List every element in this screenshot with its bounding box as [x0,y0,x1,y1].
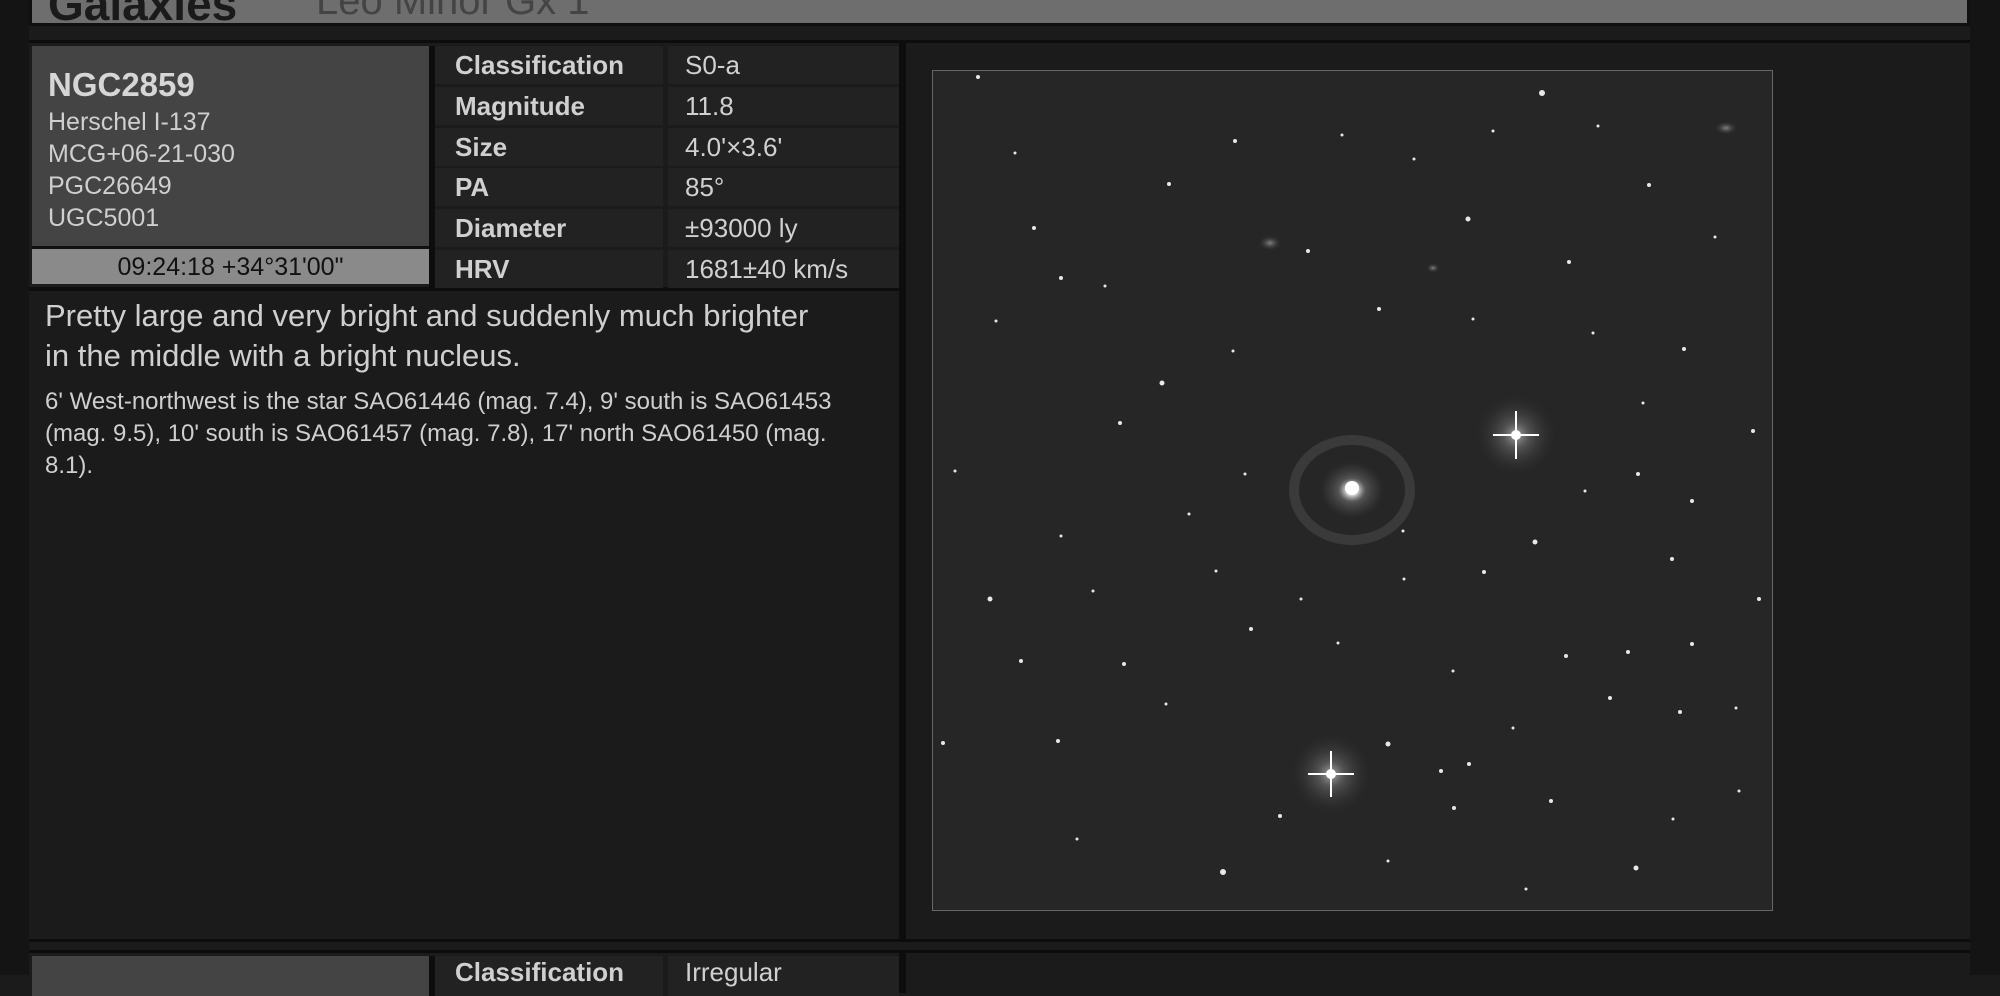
small-galaxy [1426,263,1440,273]
alt-name: UGC5001 [48,204,160,232]
property-label: HRV [435,250,663,288]
coordinates: 09:24:18 +34°31'00" [32,246,429,284]
alt-name: MCG+06-21-030 [48,140,235,168]
object-entry: Classification Irregular [29,950,1970,996]
property-value: 11.8 [668,87,899,125]
page-edge-right [1970,0,2000,975]
property-value: Irregular [668,956,899,996]
object-entry: NGC2859 Herschel I-137 MCG+06-21-030 PGC… [29,40,1970,942]
object-id-box: NGC2859 Herschel I-137 MCG+06-21-030 PGC… [32,46,429,246]
object-id-box [32,956,429,996]
divider [899,953,906,993]
property-row: Diameter ±93000 ly [435,209,899,247]
property-row: Size 4.0'×3.6' [435,128,899,166]
property-label: Classification [435,46,663,84]
property-value: 1681±40 km/s [668,250,899,288]
page-edge-left [0,0,29,975]
alt-name: Herschel I-137 [48,108,211,136]
property-value: ±93000 ly [668,209,899,247]
section-subtitle: Leo Minor Gx 1 [316,0,590,23]
description: Pretty large and very bright and suddenl… [45,298,809,373]
alt-name: PGC26649 [48,172,172,200]
property-label: PA [435,168,663,206]
section-title: Galaxies [48,0,238,26]
property-row: Magnitude 11.8 [435,87,899,125]
galaxy-photo [932,70,1773,911]
small-galaxy [1714,121,1738,135]
property-label: Classification [435,956,663,996]
property-label: Size [435,128,663,166]
property-label: Diameter [435,209,663,247]
divider [899,43,906,939]
small-galaxy [1258,235,1282,251]
property-row: Classification S0-a [435,46,899,84]
object-name: NGC2859 [48,66,195,103]
observing-notes: 6' West-northwest is the star SAO61446 (… [45,388,832,479]
property-row: PA 85° [435,168,899,206]
property-label: Magnitude [435,87,663,125]
section-header: Galaxies Leo Minor Gx 1 [29,0,1970,26]
property-row: HRV 1681±40 km/s [435,250,899,288]
property-value: S0-a [668,46,899,84]
property-value: 85° [668,168,899,206]
property-value: 4.0'×3.6' [668,128,899,166]
